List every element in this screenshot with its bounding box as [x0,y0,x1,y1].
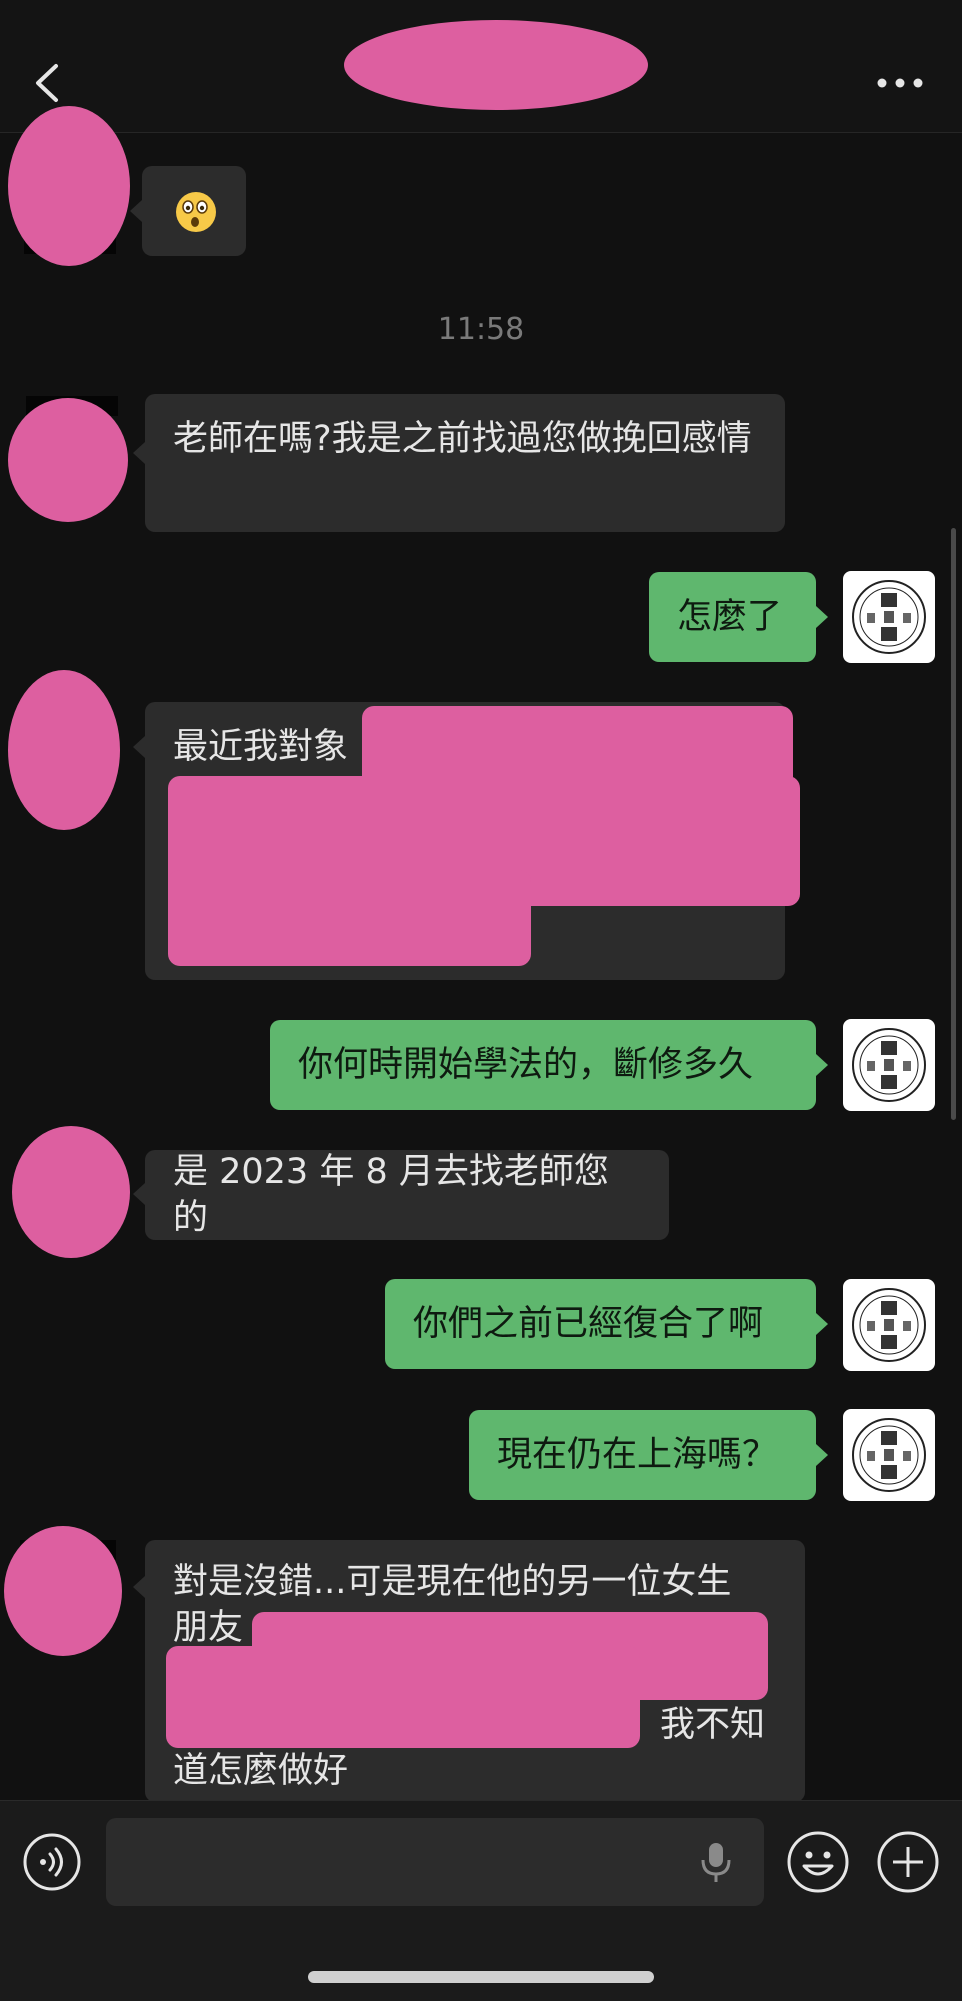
contact-avatar[interactable] [4,1526,122,1656]
contact-avatar[interactable] [8,670,120,830]
chevron-left-icon[interactable] [28,58,68,108]
seal-avatar-icon [852,1418,926,1492]
chat-title-redacted [344,20,648,110]
redacted-text [168,870,531,966]
outgoing-message[interactable]: 怎麼了 [649,572,816,662]
bubble-tail [816,606,828,628]
bubble-tail [133,1183,145,1205]
my-avatar[interactable] [843,571,935,663]
message-line: ，我不知 [625,1705,766,1745]
my-avatar[interactable] [843,1279,935,1371]
home-indicator[interactable] [308,1971,654,1983]
seal-avatar-icon [852,1288,926,1362]
incoming-message[interactable]: 是 2023 年 8 月去找老師您的 [145,1150,669,1240]
seal-avatar-icon [852,1028,926,1102]
voice-icon[interactable] [22,1832,82,1892]
message-timestamp: 11:58 [437,312,525,347]
bubble-tail [816,1444,828,1466]
ellipsis-icon[interactable] [870,68,930,98]
seal-avatar-icon [852,580,926,654]
bubble-tail [133,442,145,464]
contact-avatar[interactable] [12,1126,130,1258]
redacted-text [166,1646,640,1748]
message-text: 最近我對象 [173,727,349,767]
outgoing-message[interactable]: 你何時開始學法的，斷修多久 [270,1020,816,1110]
bubble-tail [133,1576,145,1598]
message-input[interactable] [106,1818,764,1906]
bubble-tail [130,200,142,222]
surprised-emoji-icon [176,192,216,232]
contact-avatar[interactable] [8,106,130,266]
bubble-tail [133,736,145,758]
outgoing-message[interactable]: 你們之前已經復合了啊 [385,1279,816,1369]
message-line: 對是沒錯...可是現在他的另一位女生 [173,1562,732,1602]
message-line: 朋友 [173,1608,244,1648]
smiley-icon[interactable] [786,1830,850,1894]
bubble-tail [816,1054,828,1076]
sticker-bubble[interactable] [142,166,246,256]
my-avatar[interactable] [843,1409,935,1501]
my-avatar[interactable] [843,1019,935,1111]
microphone-icon[interactable] [698,1840,734,1886]
contact-avatar[interactable] [8,398,128,522]
message-line: 道怎麼做好 [173,1751,349,1791]
plus-circle-icon[interactable] [876,1830,940,1894]
outgoing-message[interactable]: 現在仍在上海嗎？ [469,1410,816,1500]
bubble-tail [816,1313,828,1335]
scrollbar[interactable] [951,528,956,1120]
incoming-message[interactable]: 老師在嗎?我是之前找過您做挽回感情 [145,394,785,532]
